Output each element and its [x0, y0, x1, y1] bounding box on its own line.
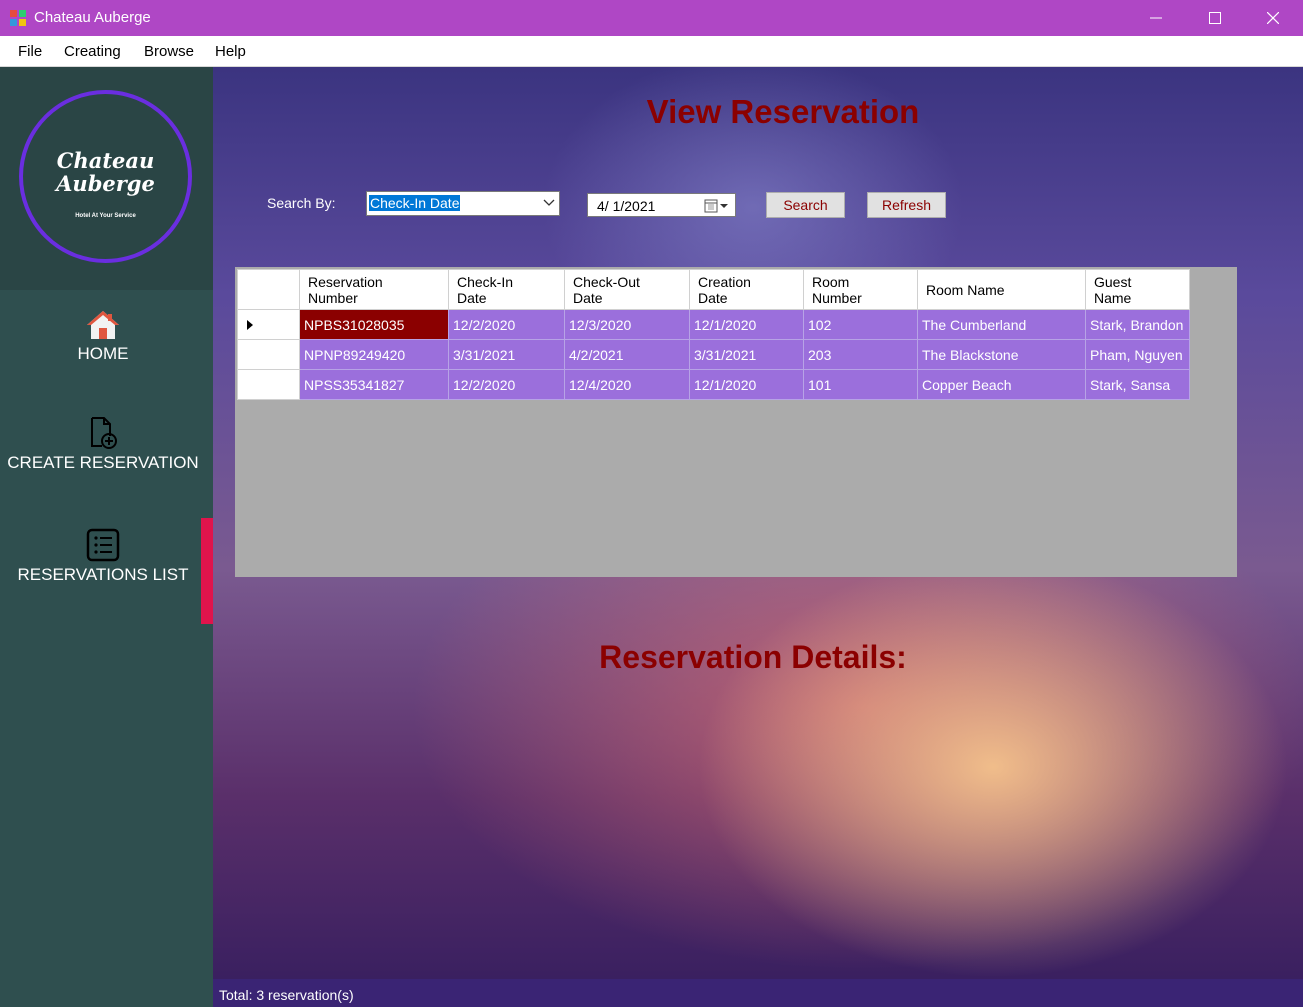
cell-check-out-date[interactable]: 4/2/2021: [564, 339, 690, 370]
menu-creating[interactable]: Creating: [64, 43, 121, 60]
column-header-room-number[interactable]: Room Number: [803, 269, 918, 310]
cell-creation-date[interactable]: 12/1/2020: [689, 369, 804, 400]
minimize-button[interactable]: [1127, 0, 1185, 36]
title-bar: Chateau Auberge: [0, 0, 1303, 36]
current-row-arrow-icon: [247, 319, 253, 330]
status-bar: Total: 3 reservation(s): [213, 979, 1303, 1007]
search-by-label: Search By:: [267, 195, 336, 211]
refresh-button[interactable]: Refresh: [867, 192, 946, 218]
logo-panel: Chateau Auberge Hotel At Your Service: [0, 67, 213, 290]
cell-room-name[interactable]: Copper Beach: [917, 369, 1086, 400]
cell-reservation-number[interactable]: NPSS35341827: [299, 369, 449, 400]
column-header-creation-date[interactable]: Creation Date: [689, 269, 804, 310]
menu-browse[interactable]: Browse: [144, 43, 194, 60]
nav-reservations-list[interactable]: RESERVATIONS LIST: [0, 528, 206, 585]
sidebar: Chateau Auberge Hotel At Your Service HO…: [0, 67, 213, 1007]
nav-home[interactable]: HOME: [0, 309, 206, 364]
cell-reservation-number[interactable]: NPNP89249420: [299, 339, 449, 370]
nav-home-label: HOME: [77, 344, 129, 363]
cell-creation-date[interactable]: 3/31/2021: [689, 339, 804, 370]
minimize-icon: [1150, 17, 1162, 19]
table-row[interactable]: NPSS35341827 12/2/2020 12/4/2020 12/1/20…: [237, 369, 1190, 400]
cell-room-name[interactable]: The Cumberland: [917, 309, 1086, 340]
column-header-check-out-date[interactable]: Check-Out Date: [564, 269, 690, 310]
calendar-dropdown-icon[interactable]: [704, 199, 730, 213]
cell-guest-name[interactable]: Stark, Brandon: [1085, 309, 1190, 340]
menu-file[interactable]: File: [18, 43, 42, 60]
page-title: View Reservation: [646, 93, 920, 130]
search-field-value: Check-In Date: [369, 195, 461, 211]
main-panel: View Reservation Search By: Check-In Dat…: [213, 67, 1303, 979]
logo-line-2: Auberge: [56, 171, 155, 196]
search-field-dropdown[interactable]: Check-In Date: [366, 191, 560, 216]
cell-check-in-date[interactable]: 12/2/2020: [448, 309, 565, 340]
cell-reservation-number[interactable]: NPBS31028035: [299, 309, 449, 340]
search-button[interactable]: Search: [766, 192, 845, 218]
row-header-corner: [237, 269, 300, 310]
date-value: 4/ 1/2021: [597, 198, 656, 214]
date-picker[interactable]: 4/ 1/2021: [587, 193, 736, 217]
row-selector[interactable]: [237, 369, 300, 400]
cell-check-in-date[interactable]: 3/31/2021: [448, 339, 565, 370]
row-selector[interactable]: [237, 309, 300, 340]
logo-text: Chateau Auberge: [23, 149, 188, 195]
cell-room-name[interactable]: The Blackstone: [917, 339, 1086, 370]
close-button[interactable]: [1244, 0, 1302, 36]
table-header-row: Reservation Number Check-In Date Check-Out…: [237, 269, 1190, 310]
menu-help[interactable]: Help: [215, 43, 246, 60]
maximize-button[interactable]: [1186, 0, 1244, 36]
cell-creation-date[interactable]: 12/1/2020: [689, 309, 804, 340]
nav-active-indicator: [201, 518, 213, 624]
row-selector[interactable]: [237, 339, 300, 370]
table-row[interactable]: NPBS31028035 12/2/2020 12/3/2020 12/1/20…: [237, 309, 1190, 340]
list-icon: [86, 528, 120, 562]
logo: Chateau Auberge Hotel At Your Service: [19, 90, 192, 263]
cell-room-number[interactable]: 102: [803, 309, 918, 340]
reservations-grid: Reservation Number Check-In Date Check-Out…: [235, 267, 1237, 577]
cell-check-out-date[interactable]: 12/4/2020: [564, 369, 690, 400]
chevron-down-icon: [543, 199, 555, 206]
close-icon: [1267, 12, 1279, 24]
column-header-reservation-number[interactable]: Reservation Number: [299, 269, 449, 310]
cell-room-number[interactable]: 101: [803, 369, 918, 400]
cell-guest-name[interactable]: Pham, Nguyen: [1085, 339, 1190, 370]
cell-check-in-date[interactable]: 12/2/2020: [448, 369, 565, 400]
table-row[interactable]: NPNP89249420 3/31/2021 4/2/2021 3/31/202…: [237, 339, 1190, 370]
home-icon: [87, 311, 119, 339]
logo-tagline: Hotel At Your Service: [75, 213, 136, 219]
nav-create-reservation[interactable]: CREATE RESERVATION: [0, 416, 206, 473]
status-total-text: Total: 3 reservation(s): [219, 987, 354, 1003]
cell-room-number[interactable]: 203: [803, 339, 918, 370]
maximize-icon: [1209, 12, 1221, 24]
column-header-check-in-date[interactable]: Check-In Date: [448, 269, 565, 310]
window-title: Chateau Auberge: [34, 9, 151, 26]
nav-create-label: CREATE RESERVATION: [7, 453, 199, 472]
nav-list-label: RESERVATIONS LIST: [17, 565, 189, 584]
column-header-guest-name[interactable]: Guest Name: [1085, 269, 1190, 310]
app-icon: [10, 10, 26, 26]
reservations-table: Reservation Number Check-In Date Check-Out…: [237, 269, 1190, 400]
column-header-room-name[interactable]: Room Name: [917, 269, 1086, 310]
menu-bar: File Creating Browse Help: [0, 36, 1303, 67]
reservation-details-title: Reservation Details:: [599, 639, 907, 675]
logo-line-1: Chateau: [56, 148, 155, 173]
cell-guest-name[interactable]: Stark, Sansa: [1085, 369, 1190, 400]
file-plus-icon: [91, 417, 117, 449]
cell-check-out-date[interactable]: 12/3/2020: [564, 309, 690, 340]
